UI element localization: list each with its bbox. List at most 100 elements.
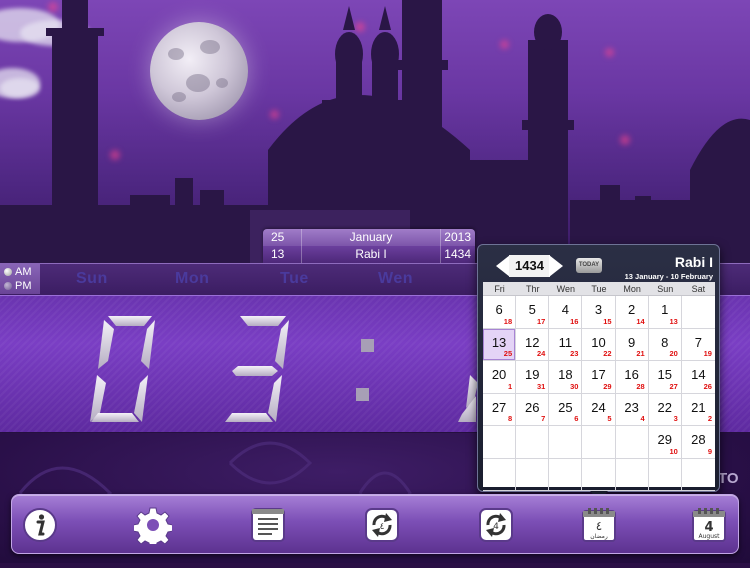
calendar-days: 6 18 5 17 4 16 3 15 2 14 1 13 13 25 12 24 11 23 10 22 9 21 8 20… — [483, 296, 715, 491]
settings-button[interactable] — [133, 505, 173, 545]
weekday-header-cell: Sun — [657, 284, 674, 294]
gregorian-day-number: 4 — [640, 414, 645, 423]
calendar-day-cell — [483, 458, 517, 491]
calendar-month-title: Rabi I — [674, 254, 713, 270]
calendar-day-cell — [648, 458, 682, 491]
calendar-day-cell[interactable]: 17 29 — [582, 361, 616, 394]
next-year-arrow-icon[interactable] — [548, 255, 563, 277]
calendar-day-cell[interactable]: 18 30 — [549, 361, 583, 394]
year-navigator: 1434 — [496, 255, 563, 277]
calendar-day-cell[interactable]: 19 31 — [516, 361, 550, 394]
calendar-day-cell — [549, 458, 583, 491]
weekday-header-cell: Tue — [591, 284, 607, 294]
svg-text:رمضان: رمضان — [590, 533, 608, 540]
calendar-day-cell[interactable]: 16 28 — [615, 361, 649, 394]
calendar-day-cell[interactable]: 2 14 — [615, 296, 649, 329]
calendar-day-cell[interactable]: 25 6 — [549, 393, 583, 426]
hijri-day-number: 17 — [591, 367, 606, 382]
pm-option[interactable]: PM — [0, 279, 40, 293]
gregorian-year: 2013 — [444, 230, 471, 244]
gregorian-day-number: 1 — [507, 381, 513, 391]
hijri-calendar-popover: 1434 TODAY Rabi I 13 January - 10 Februa… — [477, 244, 720, 492]
svg-text:٤: ٤ — [380, 522, 385, 532]
calendar-day-cell — [516, 458, 550, 491]
am-option[interactable]: AM — [0, 265, 40, 279]
gregorian-day-number: 24 — [536, 349, 546, 358]
calendar-day-cell[interactable]: 4 16 — [549, 296, 583, 329]
today-button[interactable]: TODAY — [576, 258, 602, 273]
calendar-day-cell[interactable]: 23 4 — [615, 393, 649, 426]
hijri-day-number: 23 — [624, 399, 639, 415]
gregorian-day-number: 18 — [503, 316, 513, 326]
info-button[interactable] — [20, 505, 60, 545]
gregorian-calendar-button[interactable]: 4 August — [689, 505, 729, 545]
hijri-day-number: 27 — [491, 399, 507, 415]
calendar-day-cell — [615, 426, 649, 459]
calendar-day-cell[interactable]: 10 22 — [582, 328, 616, 361]
gregorian-date-row: 25 January 2013 — [263, 229, 475, 246]
hijri-day-number: 6 — [495, 302, 503, 317]
calendar-day-cell[interactable]: 11 23 — [549, 328, 583, 361]
hijri-day-number: 3 — [594, 302, 603, 317]
gregorian-day-number: 13 — [669, 316, 678, 326]
gregorian-day-number: 29 — [603, 381, 612, 391]
calendar-day-cell[interactable]: 13 25 — [483, 328, 517, 361]
weekday-header-cell: Thr — [525, 284, 540, 294]
calendar-weekday-header: Fri Thr Wen Tue Mon Sun Sat — [483, 282, 715, 296]
year-value: 1434 — [509, 255, 550, 277]
gregorian-day: 25 — [271, 230, 285, 244]
calendar-day-cell[interactable]: 26 7 — [516, 393, 550, 426]
weekday-tue: Tue — [280, 270, 309, 287]
gregorian-day-number: 7 — [541, 414, 546, 423]
hijri-day-number: 13 — [491, 334, 507, 350]
hijri-day-number: 19 — [524, 367, 540, 382]
calendar-day-cell[interactable]: 14 26 — [681, 361, 715, 394]
calendar-day-cell — [549, 426, 583, 459]
calendar-day-cell — [582, 458, 616, 491]
calendar-day-cell[interactable]: 7 19 — [681, 329, 715, 361]
gregorian-day-number: 2 — [707, 414, 712, 423]
calendar-day-cell[interactable]: 21 2 — [681, 394, 715, 426]
gregorian-day-number: 19 — [703, 349, 712, 358]
calendar-day-cell[interactable]: 5 17 — [516, 296, 550, 329]
hijri-day-number: 26 — [524, 399, 540, 415]
calendar-day-cell[interactable]: 28 9 — [681, 426, 715, 459]
night-scene-background — [0, 0, 750, 263]
calendar-day-cell[interactable]: 15 27 — [648, 361, 682, 394]
hijri-calendar-button[interactable]: ٤ رمضان — [579, 505, 619, 545]
convert-day-button[interactable]: 4 — [476, 505, 516, 545]
calendar-day-cell[interactable]: 22 3 — [648, 393, 682, 426]
gregorian-day-number: 27 — [669, 381, 678, 391]
weekday-header-cell: Fri — [494, 284, 505, 294]
gregorian-day-number: 31 — [536, 381, 546, 391]
calendar-day-cell[interactable]: 6 18 — [483, 296, 517, 329]
calendar-day-cell[interactable]: 12 24 — [516, 328, 550, 361]
ampm-indicator: AM PM — [0, 263, 40, 294]
calendar-day-cell[interactable]: 9 21 — [615, 328, 649, 361]
info-icon — [23, 508, 57, 542]
weekday-wen: Wen — [378, 270, 413, 287]
minute-tens-digit — [458, 375, 478, 422]
hijri-day-number: 28 — [691, 432, 706, 447]
calendar-day-cell[interactable]: 24 5 — [582, 393, 616, 426]
hijri-day-number: 4 — [561, 302, 569, 317]
hijri-day-number: 1 — [661, 302, 669, 317]
calendar-day-cell[interactable]: 20 1 — [483, 361, 517, 394]
gregorian-day-number: 5 — [607, 414, 612, 423]
calendar-day-cell[interactable]: 29 10 — [648, 426, 682, 459]
hijri-day-number: 21 — [691, 399, 706, 415]
gregorian-day-number: 20 — [669, 349, 678, 358]
hijri-day: 13 — [271, 247, 285, 261]
calendar-day-cell[interactable]: 3 15 — [582, 296, 616, 329]
gregorian-day-number: 15 — [603, 316, 612, 326]
hijri-day-number: 22 — [657, 399, 672, 415]
calendar-day-cell[interactable]: 8 20 — [648, 328, 682, 361]
weekday-header-cell: Wen — [556, 284, 576, 294]
calendar-day-cell[interactable]: 1 13 — [648, 296, 682, 329]
prev-year-arrow-icon[interactable] — [496, 255, 510, 277]
convert-hijri-button[interactable]: ٤ — [362, 505, 402, 545]
calendar-day-cell[interactable]: 27 8 — [483, 393, 517, 426]
notes-button[interactable] — [248, 505, 288, 545]
hijri-year: 1434 — [444, 247, 471, 261]
clock-colon — [356, 388, 369, 401]
